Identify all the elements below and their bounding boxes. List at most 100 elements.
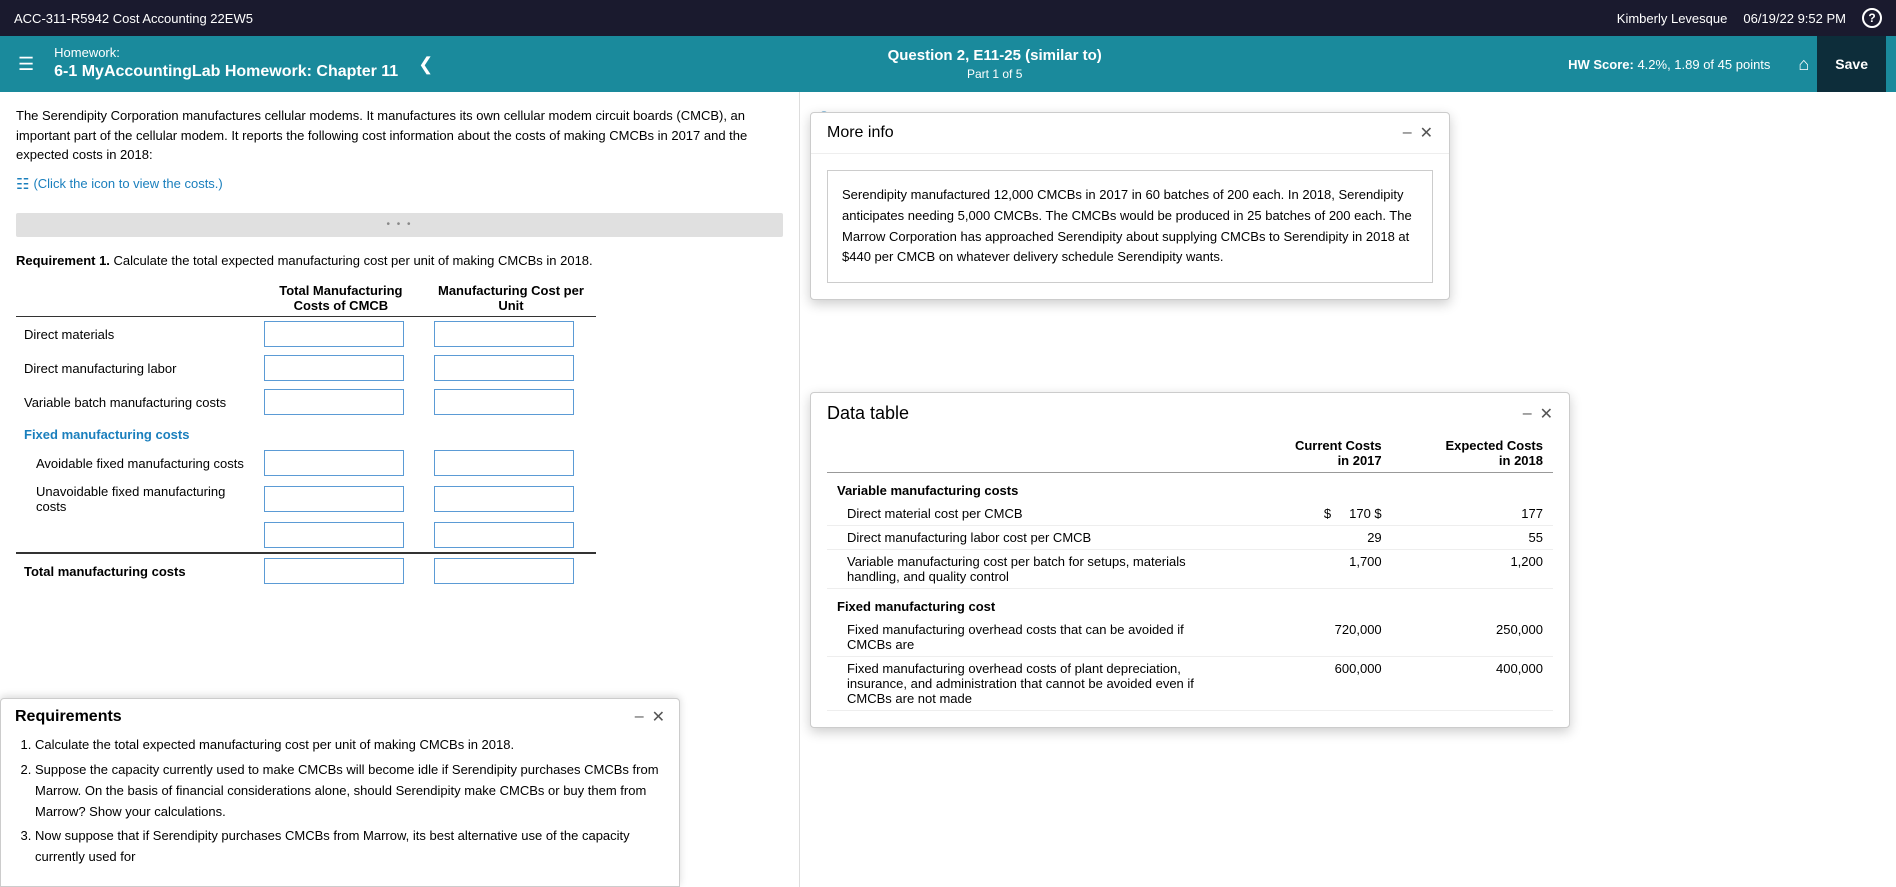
homework-name: 6-1 MyAccountingLab Homework: Chapter 11 [54,62,398,83]
top-bar: ACC-311-R5942 Cost Accounting 22EW5 Kimb… [0,0,1896,36]
req1-text: Calculate the total expected manufacturi… [114,253,593,268]
row-input-total [256,385,426,419]
variable-batch-unit-input[interactable] [434,389,574,415]
col-total-header: Total Manufacturing Costs of CMCB [256,280,426,317]
table-row: Variable batch manufacturing costs [16,385,596,419]
table-row: Direct material cost per CMCB $ 170 $ 17… [827,502,1553,526]
list-item: Calculate the total expected manufacturi… [35,735,665,756]
row-label: Avoidable fixed manufacturing costs [16,446,256,480]
total-manufacturing-total-input[interactable] [264,558,404,584]
row-input-unit [426,446,596,480]
table-row: Variable manufacturing cost per batch fo… [827,550,1553,589]
col-2018-header: Expected Costs in 2018 [1392,434,1553,473]
unavoidable-fixed-unit-input[interactable] [434,486,574,512]
more-info-minimize-button[interactable]: – [1403,123,1412,143]
col-2017-year: in 2017 [1240,453,1381,468]
table-row: Direct manufacturing labor cost per CMCB… [827,526,1553,550]
total-label: Total manufacturing costs [16,553,256,588]
more-info-close-button[interactable]: ✕ [1420,123,1433,143]
row-val-2018: 55 [1392,526,1553,550]
row-label: Variable manufacturing cost per batch fo… [827,550,1230,589]
table-row: Direct manufacturing labor [16,351,596,385]
extra-unit-input[interactable] [434,522,574,548]
row-val-2017: $ 170 $ [1230,502,1391,526]
table-row: Direct materials [16,317,596,352]
col-2017-label: Current Costs [1240,438,1381,453]
row-input-total [256,518,426,553]
data-table: Current Costs in 2017 Expected Costs in … [827,434,1553,711]
req-popup-content: Calculate the total expected manufacturi… [1,735,679,886]
prev-question-arrow[interactable]: ❮ [410,46,441,83]
row-input-total [256,317,426,352]
row-val-2017: 720,000 [1230,618,1391,657]
top-bar-right: Kimberly Levesque 06/19/22 9:52 PM ? [1617,8,1882,28]
variable-batch-total-input[interactable] [264,389,404,415]
data-table-popup: Data table – ✕ Current Costs in 2017 [810,392,1570,728]
row-input-unit [426,385,596,419]
table-row: Fixed manufacturing overhead costs that … [827,618,1553,657]
row-val-2018: 250,000 [1392,618,1553,657]
data-table-close-button[interactable]: ✕ [1540,404,1553,424]
home-icon[interactable]: ⌂ [1790,46,1817,83]
row-label: Fixed manufacturing overhead costs of pl… [827,657,1230,711]
more-info-title: More info [827,124,894,142]
question-sub: Part 1 of 5 [441,66,1548,83]
data-table-minimize-button[interactable]: – [1523,404,1532,424]
nav-bar: ☰ Homework: 6-1 MyAccountingLab Homework… [0,36,1896,92]
section-header-row: Fixed manufacturing cost [827,589,1553,619]
section-header-row: Variable manufacturing costs [827,473,1553,503]
section-label: Fixed manufacturing costs [16,419,256,446]
total-manufacturing-unit-input[interactable] [434,558,574,584]
section-col3 [426,419,596,446]
left-panel: The Serendipity Corporation manufactures… [0,92,800,887]
datetime: 06/19/22 9:52 PM [1743,11,1846,26]
data-table-title: Data table [827,403,909,424]
table-header-row: Current Costs in 2017 Expected Costs in … [827,434,1553,473]
data-table-header: Data table – ✕ [811,393,1569,434]
row-input-total [256,446,426,480]
more-info-popup: More info – ✕ Serendipity manufactured 1… [810,112,1450,300]
more-info-header: More info – ✕ [811,113,1449,154]
hamburger-menu[interactable]: ☰ [10,46,42,83]
unavoidable-fixed-total-input[interactable] [264,486,404,512]
costs-icon-link[interactable]: ☷ (Click the icon to view the costs.) [16,175,223,193]
row-input-total [256,480,426,518]
row-label: Unavoidable fixed manufacturing costs [16,480,256,518]
help-icon[interactable]: ? [1862,8,1882,28]
row-label: Direct manufacturing labor cost per CMCB [827,526,1230,550]
row-val-2017: 29 [1230,526,1391,550]
req-close-button[interactable]: ✕ [652,707,665,727]
req-minimize-button[interactable]: – [635,707,644,727]
row-val-2017: 600,000 [1230,657,1391,711]
requirements-popup: Requirements – ✕ Calculate the total exp… [0,698,680,887]
divider-dots: • • • [386,219,412,230]
row-input-total [256,553,426,588]
row-val-2018: 400,000 [1392,657,1553,711]
extra-total-input[interactable] [264,522,404,548]
avoidable-fixed-total-input[interactable] [264,450,404,476]
grid-icon: ☷ [16,175,29,193]
data-table-body: Current Costs in 2017 Expected Costs in … [811,434,1569,727]
avoidable-fixed-unit-input[interactable] [434,450,574,476]
more-info-controls: – ✕ [1403,123,1433,143]
save-button[interactable]: Save [1817,36,1886,92]
row-input-unit [426,518,596,553]
row-label: Fixed manufacturing overhead costs that … [827,618,1230,657]
intro-text: The Serendipity Corporation manufactures… [16,106,783,165]
direct-labor-total-input[interactable] [264,355,404,381]
row-val-2018: 177 [1392,502,1553,526]
section-header-row: Fixed manufacturing costs [16,419,596,446]
total-row: Total manufacturing costs [16,553,596,588]
col-unit-header: Manufacturing Cost per Unit [426,280,596,317]
table-row: Unavoidable fixed manufacturing costs [16,480,596,518]
divider-bar: • • • [16,213,783,237]
homework-label: Homework: [54,45,398,62]
direct-materials-total-input[interactable] [264,321,404,347]
direct-labor-unit-input[interactable] [434,355,574,381]
req-popup-header: Requirements – ✕ [1,699,679,735]
direct-materials-unit-input[interactable] [434,321,574,347]
row-val-2018: 1,200 [1392,550,1553,589]
cost-table: Total Manufacturing Costs of CMCB Manufa… [16,280,596,588]
table-row: Fixed manufacturing overhead costs of pl… [827,657,1553,711]
user-name: Kimberly Levesque [1617,11,1728,26]
